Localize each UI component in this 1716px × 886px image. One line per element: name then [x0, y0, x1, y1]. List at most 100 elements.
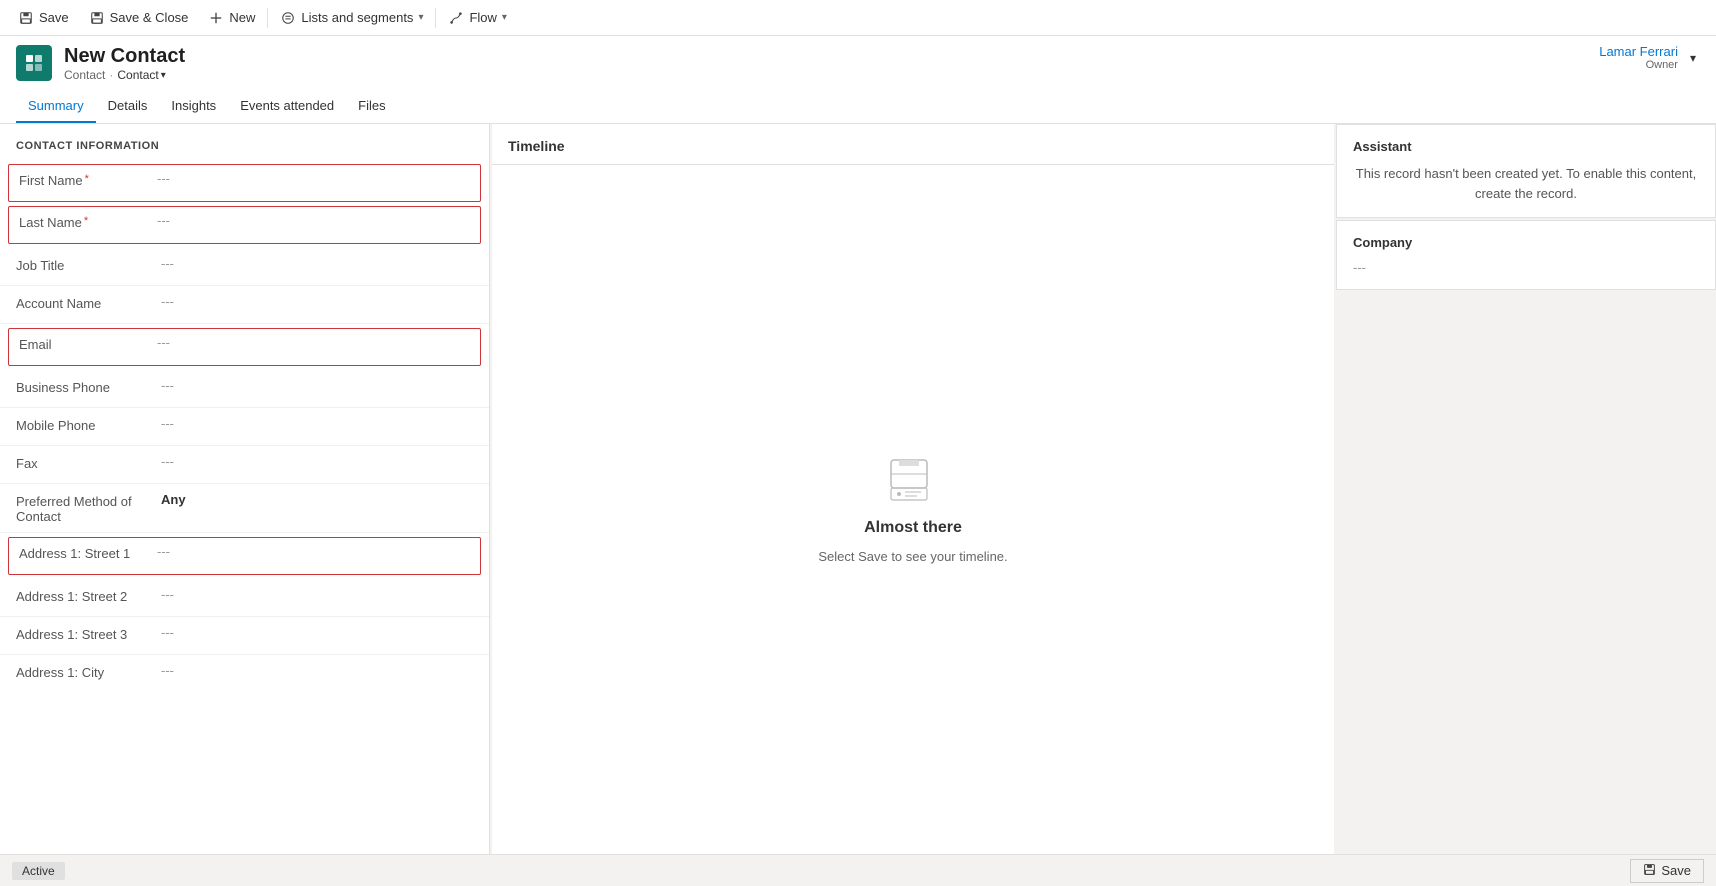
flow-icon [448, 10, 464, 26]
job-title-value[interactable]: --- [161, 256, 473, 271]
last-name-value[interactable]: --- [157, 213, 470, 228]
timeline-empty-state: Almost there Select Save to see your tim… [492, 165, 1334, 854]
timeline-title: Timeline [492, 124, 1334, 165]
save-close-label: Save & Close [110, 10, 189, 25]
address1-street3-value[interactable]: --- [161, 625, 473, 640]
address1-street3-field: Address 1: Street 3 --- [0, 617, 489, 655]
bottom-save-label: Save [1661, 863, 1691, 878]
owner-info: Lamar Ferrari Owner [1599, 44, 1678, 71]
status-badge: Active [12, 862, 65, 880]
address1-street1-value[interactable]: --- [157, 544, 470, 559]
tab-details[interactable]: Details [96, 90, 160, 123]
header-title-block: New Contact Contact · Contact ▾ [64, 44, 185, 82]
address1-city-field: Address 1: City --- [0, 655, 489, 693]
subtitle-right-dropdown[interactable]: Contact ▾ [117, 68, 165, 82]
last-name-required-star: * [84, 215, 88, 227]
business-phone-label: Business Phone [16, 378, 161, 395]
business-phone-value[interactable]: --- [161, 378, 473, 393]
preferred-contact-label: Preferred Method of Contact [16, 492, 161, 524]
account-name-value[interactable]: --- [161, 294, 473, 309]
right-panel: Assistant This record hasn't been create… [1336, 124, 1716, 854]
tab-insights[interactable]: Insights [159, 90, 228, 123]
new-button[interactable]: New [198, 0, 265, 36]
new-icon [208, 10, 224, 26]
address1-street2-value[interactable]: --- [161, 587, 473, 602]
tabs-container: Summary Details Insights Events attended… [16, 90, 1700, 123]
owner-name[interactable]: Lamar Ferrari [1599, 44, 1678, 59]
first-name-label: First Name * [19, 171, 157, 188]
job-title-field: Job Title --- [0, 248, 489, 286]
timeline-empty-icon [885, 456, 941, 507]
address1-street1-field[interactable]: Address 1: Street 1 --- [8, 537, 481, 575]
account-name-field: Account Name --- [0, 286, 489, 324]
last-name-field[interactable]: Last Name * --- [8, 206, 481, 244]
timeline-empty-title: Almost there [864, 519, 962, 537]
page-title: New Contact [64, 44, 185, 68]
first-name-required-star: * [85, 173, 89, 185]
flow-chevron: ▾ [502, 12, 507, 23]
lists-segments-chevron: ▾ [418, 12, 423, 23]
lists-segments-button[interactable]: Lists and segments ▾ [270, 0, 433, 36]
header-right: Lamar Ferrari Owner ▾ [1599, 44, 1700, 71]
subtitle-right: Contact [117, 68, 158, 82]
business-phone-field: Business Phone --- [0, 370, 489, 408]
lists-segments-label: Lists and segments [301, 10, 413, 25]
address1-city-value[interactable]: --- [161, 663, 473, 678]
tab-files[interactable]: Files [346, 90, 397, 123]
header-chevron-button[interactable]: ▾ [1686, 47, 1700, 69]
company-card-value[interactable]: --- [1353, 260, 1699, 275]
subtitle-chevron-icon: ▾ [161, 70, 166, 81]
fax-label: Fax [16, 454, 161, 471]
mobile-phone-field: Mobile Phone --- [0, 408, 489, 446]
address1-street3-label: Address 1: Street 3 [16, 625, 161, 642]
address1-street2-field: Address 1: Street 2 --- [0, 579, 489, 617]
fax-value[interactable]: --- [161, 454, 473, 469]
preferred-contact-value[interactable]: Any [161, 492, 473, 507]
bottom-bar: Active Save [0, 854, 1716, 886]
address1-city-label: Address 1: City [16, 663, 161, 680]
email-label: Email [19, 335, 157, 352]
mobile-phone-value[interactable]: --- [161, 416, 473, 431]
divider-1 [267, 8, 268, 28]
subtitle-left: Contact [64, 68, 105, 82]
tab-events-attended[interactable]: Events attended [228, 90, 346, 123]
header-left: New Contact Contact · Contact ▾ [16, 44, 185, 82]
email-field[interactable]: Email --- [8, 328, 481, 366]
last-name-label: Last Name * [19, 213, 157, 230]
new-label: New [229, 10, 255, 25]
bottom-save-icon [1643, 863, 1656, 879]
flow-button[interactable]: Flow ▾ [438, 0, 516, 36]
address1-street2-label: Address 1: Street 2 [16, 587, 161, 604]
first-name-value[interactable]: --- [157, 171, 470, 186]
job-title-label: Job Title [16, 256, 161, 273]
lists-segments-icon [280, 10, 296, 26]
email-value[interactable]: --- [157, 335, 470, 350]
preferred-contact-field: Preferred Method of Contact Any [0, 484, 489, 533]
account-name-label: Account Name [16, 294, 161, 311]
save-button[interactable]: Save [8, 0, 79, 36]
fax-field: Fax --- [0, 446, 489, 484]
save-close-icon [89, 10, 105, 26]
subtitle-sep: · [109, 68, 113, 82]
bottom-save-button[interactable]: Save [1630, 859, 1704, 883]
first-name-field[interactable]: First Name * --- [8, 164, 481, 202]
assistant-card-message: This record hasn't been created yet. To … [1353, 164, 1699, 203]
save-close-button[interactable]: Save & Close [79, 0, 199, 36]
header-subtitle: Contact · Contact ▾ [64, 68, 185, 82]
address1-street1-label: Address 1: Street 1 [19, 544, 157, 561]
assistant-card-title: Assistant [1353, 139, 1699, 154]
save-label: Save [39, 10, 69, 25]
main-content: CONTACT INFORMATION First Name * --- Las… [0, 124, 1716, 854]
toolbar: Save Save & Close New [0, 0, 1716, 36]
timeline-empty-subtitle: Select Save to see your timeline. [818, 549, 1007, 564]
company-card-title: Company [1353, 235, 1699, 250]
left-panel: CONTACT INFORMATION First Name * --- Las… [0, 124, 490, 854]
header-area: New Contact Contact · Contact ▾ Lamar Fe… [0, 36, 1716, 124]
app-icon [16, 45, 52, 81]
header-top: New Contact Contact · Contact ▾ Lamar Fe… [16, 44, 1700, 82]
tab-summary[interactable]: Summary [16, 90, 96, 123]
save-icon [18, 10, 34, 26]
divider-2 [435, 8, 436, 28]
company-card: Company --- [1336, 220, 1716, 290]
assistant-card: Assistant This record hasn't been create… [1336, 124, 1716, 218]
